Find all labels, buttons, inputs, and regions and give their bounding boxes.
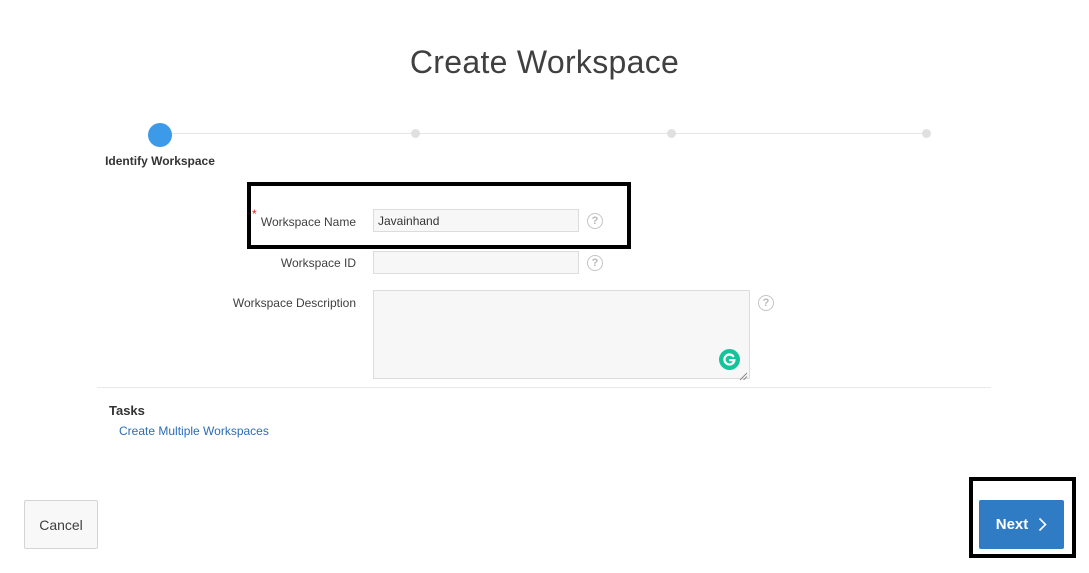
workspace-id-help-icon[interactable]: ? [587, 255, 603, 271]
create-multiple-workspaces-link[interactable]: Create Multiple Workspaces [119, 424, 269, 438]
tasks-heading: Tasks [109, 403, 145, 418]
wizard-progress-track [160, 133, 928, 134]
next-button-label: Next [995, 516, 1029, 533]
chevron-right-icon [1039, 517, 1047, 532]
workspace-name-highlight-box [247, 182, 631, 249]
page-title: Create Workspace [409, 44, 680, 80]
workspace-description-input[interactable] [373, 290, 750, 379]
workspace-description-label: Workspace Description [232, 296, 356, 310]
wizard-step-1-indicator [148, 123, 172, 147]
wizard-step-2-indicator [411, 129, 420, 138]
grammarly-icon[interactable] [719, 349, 740, 370]
next-button[interactable]: Next [979, 500, 1064, 549]
wizard-step-3-indicator [667, 129, 676, 138]
wizard-step-4-indicator [922, 129, 931, 138]
textarea-resize-handle-icon[interactable] [739, 368, 748, 381]
wizard-step-1-label: Identify Workspace [105, 154, 215, 168]
cancel-button[interactable]: Cancel [24, 500, 98, 549]
create-workspace-page: Create Workspace Identify Workspace * Wo… [0, 0, 1089, 573]
workspace-id-input[interactable] [373, 251, 579, 274]
section-divider [97, 387, 991, 388]
workspace-id-label: Workspace ID [280, 256, 356, 270]
workspace-description-help-icon[interactable]: ? [758, 295, 774, 311]
